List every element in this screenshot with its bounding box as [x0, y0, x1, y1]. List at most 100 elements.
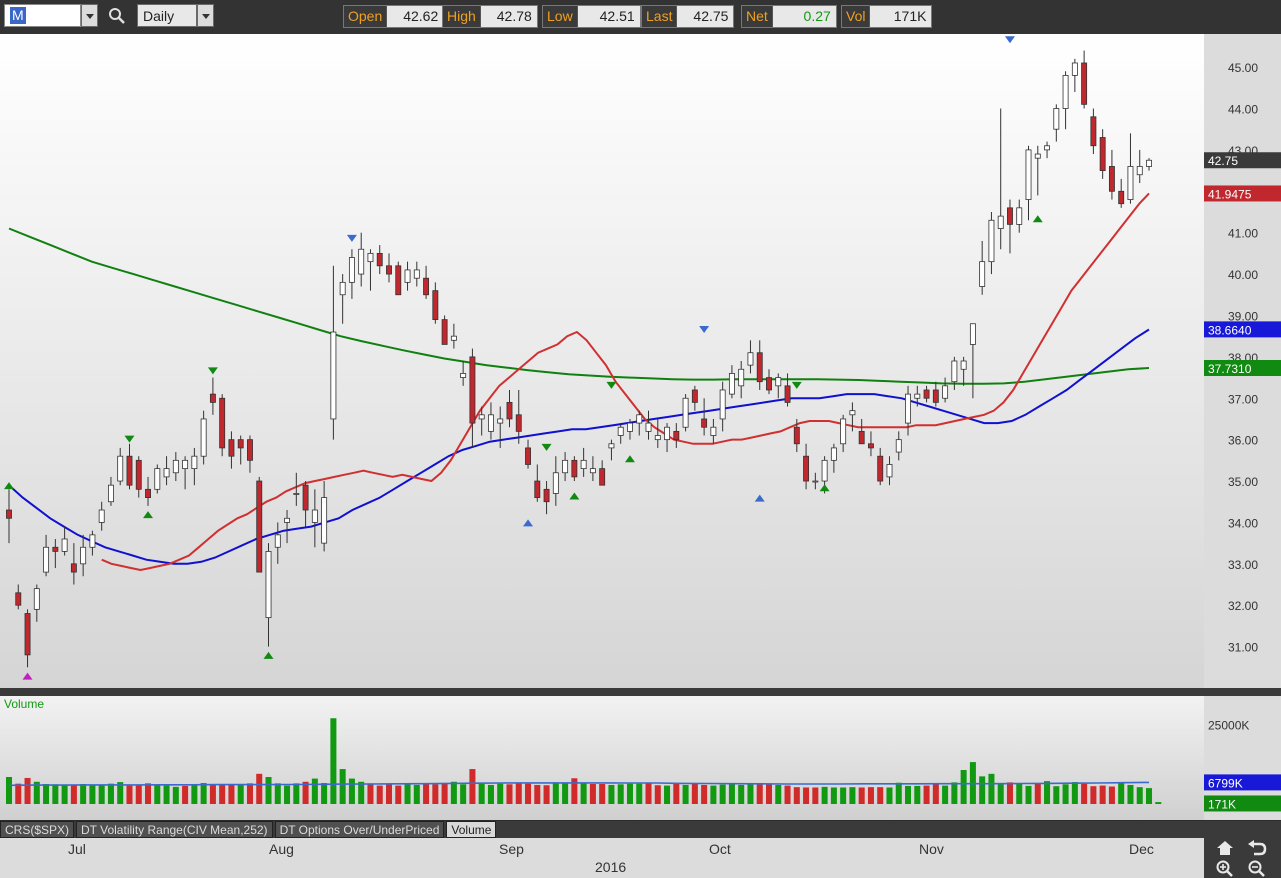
pane-divider[interactable]: [0, 688, 1281, 696]
candle-body: [80, 546, 87, 565]
candle-body: [52, 546, 59, 552]
candle-body: [358, 248, 365, 275]
candle-body: [1090, 116, 1097, 147]
candle-body: [70, 563, 77, 573]
home-icon[interactable]: [1214, 839, 1236, 857]
candle-body: [1025, 149, 1032, 200]
interval-dropdown-button[interactable]: [197, 4, 214, 27]
month-label-aug: Aug: [269, 841, 294, 857]
candle-body: [562, 459, 569, 474]
candle-body: [1007, 207, 1013, 225]
volume-bar: [200, 783, 207, 804]
volume-bar: [710, 785, 717, 804]
quote-high-value: 42.78: [480, 6, 537, 27]
candle-body: [135, 459, 142, 490]
candle-body: [256, 480, 263, 573]
candle-body: [172, 459, 179, 474]
volume-bar: [339, 769, 346, 804]
candle-body: [237, 439, 244, 449]
volume-bar: [608, 784, 615, 804]
volume-bar: [506, 784, 513, 804]
candle-body: [969, 323, 976, 345]
candle-body: [15, 592, 22, 606]
volume-bar: [413, 784, 420, 804]
quote-net-value: 0.27: [772, 6, 836, 27]
candle-body: [339, 281, 346, 296]
date-axis[interactable]: Jul Aug Sep Oct Nov Dec 2016: [0, 838, 1204, 878]
candle-body: [580, 459, 587, 470]
tab-volume[interactable]: Volume: [446, 821, 497, 838]
candle-body: [766, 377, 772, 391]
volume-bar: [1053, 786, 1060, 804]
price-tick-label: 40.00: [1228, 268, 1258, 282]
volume-bar: [932, 784, 939, 804]
candle-body: [682, 397, 689, 428]
volume-bar: [599, 783, 606, 804]
quote-last-value: 42.75: [677, 6, 734, 27]
volume-bar: [914, 785, 921, 804]
volume-bar: [172, 786, 179, 804]
volume-bar: [52, 784, 59, 804]
volume-bar: [1090, 786, 1097, 804]
volume-bar: [1127, 784, 1134, 804]
price-tick-label: 32.00: [1228, 599, 1258, 613]
symbol-input[interactable]: M: [4, 4, 81, 27]
quote-low-label: Low: [543, 6, 578, 27]
volume-bar: [293, 783, 300, 804]
tab-crs[interactable]: CRS($SPX): [0, 821, 75, 838]
volume-bar: [209, 783, 216, 804]
chart-area[interactable]: Volume 45.0044.0043.0041.0040.0039.0038.…: [0, 34, 1281, 822]
volume-bar: [404, 783, 411, 804]
interval-value: Daily: [143, 8, 175, 24]
volume-bar: [877, 787, 884, 804]
undo-icon[interactable]: [1246, 839, 1268, 857]
zoom-out-icon[interactable]: [1246, 859, 1268, 877]
price-badge-label: 37.7310: [1208, 362, 1252, 376]
volume-badge-label: 171K: [1208, 797, 1236, 811]
volume-bar: [645, 783, 652, 804]
candle-body: [645, 422, 652, 432]
candle-body: [719, 389, 726, 420]
tab-options-priced[interactable]: DT Options Over/UnderPriced: [274, 821, 445, 838]
candle-body: [98, 509, 105, 523]
volume-bar: [487, 784, 494, 804]
volume-bar: [812, 787, 819, 804]
zoom-in-icon[interactable]: [1214, 859, 1236, 877]
volume-bar: [738, 784, 745, 804]
candle-body: [441, 319, 448, 345]
volume-bar: [274, 783, 281, 804]
volume-bar: [1034, 783, 1041, 804]
volume-bar: [61, 784, 68, 804]
candle-body: [293, 493, 300, 495]
candle-body: [117, 455, 124, 482]
volume-bar: [617, 784, 624, 804]
candle-body: [154, 468, 161, 490]
volume-bar: [784, 785, 791, 804]
candle-body: [108, 484, 114, 503]
candle-body: [728, 373, 735, 395]
candle-body: [450, 335, 457, 341]
interval-select[interactable]: Daily: [137, 4, 197, 27]
volume-bar: [450, 781, 457, 804]
volume-bar: [886, 787, 893, 804]
candle-body: [145, 488, 151, 498]
symbol-dropdown-button[interactable]: [81, 4, 98, 27]
tab-volatility-range[interactable]: DT Volatility Range(CIV Mean,252): [76, 821, 273, 838]
volume-bar: [367, 783, 374, 804]
search-icon[interactable]: [108, 7, 126, 25]
volume-bar: [284, 785, 291, 804]
bottom-panel: CRS($SPX) DT Volatility Range(CIV Mean,2…: [0, 821, 1281, 878]
volume-bar: [719, 784, 726, 804]
candle-body: [515, 414, 522, 432]
volume-bar: [135, 784, 142, 804]
volume-bar: [107, 783, 114, 804]
volume-bar: [562, 783, 569, 804]
quote-net: Net 0.27: [741, 5, 837, 28]
volume-bar: [228, 784, 235, 804]
candle-body: [33, 588, 40, 610]
candle-body: [200, 418, 207, 457]
candle-body: [886, 464, 893, 478]
price-tick-label: 36.00: [1228, 434, 1258, 448]
volume-bar: [376, 785, 383, 804]
candle-body: [348, 257, 355, 283]
